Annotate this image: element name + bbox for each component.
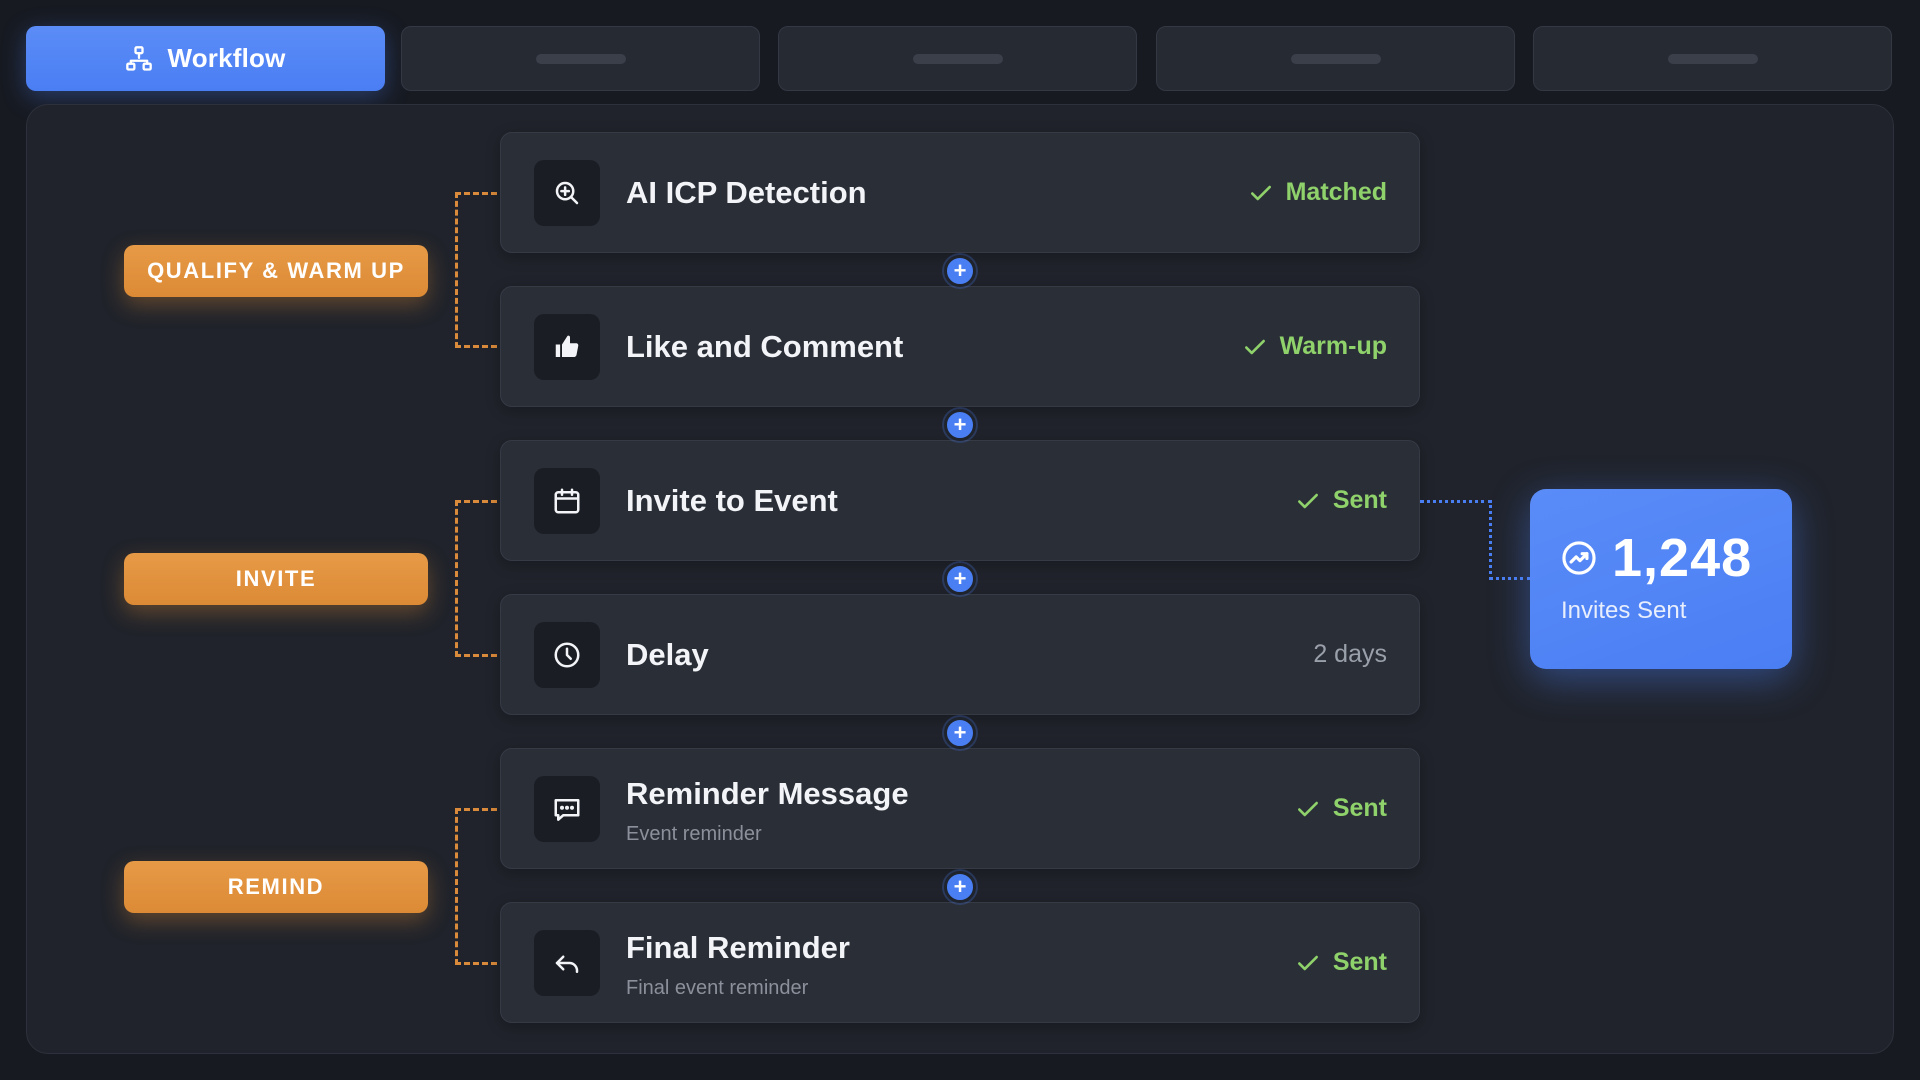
step-title: Delay <box>626 637 709 672</box>
add-step-button[interactable]: + <box>944 871 976 903</box>
trend-up-icon <box>1562 541 1596 575</box>
step-title: Invite to Event <box>626 483 838 518</box>
step-icon-box <box>534 622 600 688</box>
reply-icon <box>555 955 579 973</box>
stage-badge-remind: REMIND <box>124 861 428 913</box>
thumbs-up-icon <box>555 335 579 357</box>
step-title: Like and Comment <box>626 329 904 364</box>
step-status-text: Matched <box>1285 178 1387 206</box>
step-card-ai-icp-detection[interactable]: AI ICP Detection Matched <box>500 132 1420 253</box>
step-status: Sent <box>1295 749 1387 868</box>
check-icon <box>1250 185 1271 200</box>
stage-bracket-invite <box>455 500 497 657</box>
tab-placeholder <box>912 53 1003 64</box>
step-card-reminder-message[interactable]: Reminder Message Event reminder Sent <box>500 748 1420 869</box>
step-status-text: 2 days <box>1313 640 1387 668</box>
tab-workflow[interactable]: Workflow <box>26 26 385 91</box>
metric-value: 1,248 <box>1612 528 1753 588</box>
step-title: Final Reminder <box>626 930 850 965</box>
stage-badge-qualify: QUALIFY & WARM UP <box>124 245 428 297</box>
step-status-text: Sent <box>1332 486 1387 514</box>
step-subtitle: Final event reminder <box>626 977 809 999</box>
step-icon-box <box>534 930 600 996</box>
step-card-delay[interactable]: Delay 2 days <box>500 594 1420 715</box>
metric-connector <box>1420 500 1492 503</box>
step-icon-box <box>534 160 600 226</box>
message-icon <box>554 799 580 821</box>
metric-label: Invites Sent <box>1561 597 1687 624</box>
step-subtitle: Event reminder <box>626 823 762 845</box>
step-card-invite-to-event[interactable]: Invite to Event Sent <box>500 440 1420 561</box>
step-card-like-and-comment[interactable]: Like and Comment Warm-up <box>500 286 1420 407</box>
metric-connector <box>1489 577 1531 580</box>
stage-badge-invite: INVITE <box>124 553 428 605</box>
step-status: Sent <box>1295 903 1387 1022</box>
check-icon <box>1297 801 1318 816</box>
step-icon-box <box>534 468 600 534</box>
step-status: Matched <box>1248 133 1387 252</box>
tab-placeholder <box>535 53 626 64</box>
step-status-text: Sent <box>1332 794 1387 822</box>
check-icon <box>1244 339 1265 354</box>
plus-icon: + <box>953 874 967 899</box>
metric-row: 1,248 <box>1560 527 1752 589</box>
clock-icon <box>554 642 580 668</box>
plus-icon: + <box>953 720 967 745</box>
step-icon-box <box>534 776 600 842</box>
tab-4[interactable] <box>1156 26 1515 91</box>
add-step-button[interactable]: + <box>944 563 976 595</box>
plus-icon: + <box>953 412 967 437</box>
add-step-button[interactable]: + <box>944 717 976 749</box>
metric-connector <box>1489 500 1492 580</box>
step-status: Warm-up <box>1242 287 1387 406</box>
stage-bracket-qualify <box>455 192 497 348</box>
invites-sent-metric-card: 1,248 Invites Sent <box>1530 489 1792 669</box>
add-step-button[interactable]: + <box>944 409 976 441</box>
step-status: 2 days <box>1313 595 1387 714</box>
plus-icon: + <box>953 258 967 283</box>
workflow-icon <box>126 45 153 71</box>
tab-3[interactable] <box>778 26 1137 91</box>
add-step-button[interactable]: + <box>944 255 976 287</box>
app-root: Workflow QUALIFY & WARM UP INVITE REMIND… <box>0 0 1920 1080</box>
tab-2[interactable] <box>401 26 760 91</box>
check-icon <box>1297 493 1318 508</box>
stage-bracket-remind <box>455 808 497 965</box>
tab-label: Workflow <box>167 43 286 73</box>
calendar-icon <box>554 488 580 514</box>
step-status: Sent <box>1295 441 1387 560</box>
step-title: AI ICP Detection <box>626 175 867 210</box>
step-title: Reminder Message <box>626 776 909 811</box>
step-icon-box <box>534 314 600 380</box>
step-status-text: Warm-up <box>1279 332 1387 360</box>
step-card-final-reminder[interactable]: Final Reminder Final event reminder Sent <box>500 902 1420 1023</box>
step-status-text: Sent <box>1332 948 1387 976</box>
tab-placeholder <box>1667 53 1758 64</box>
tab-placeholder <box>1290 53 1381 64</box>
tab-5[interactable] <box>1533 26 1892 91</box>
plus-icon: + <box>953 566 967 591</box>
check-icon <box>1297 955 1318 970</box>
zoom-in-icon <box>555 181 579 205</box>
